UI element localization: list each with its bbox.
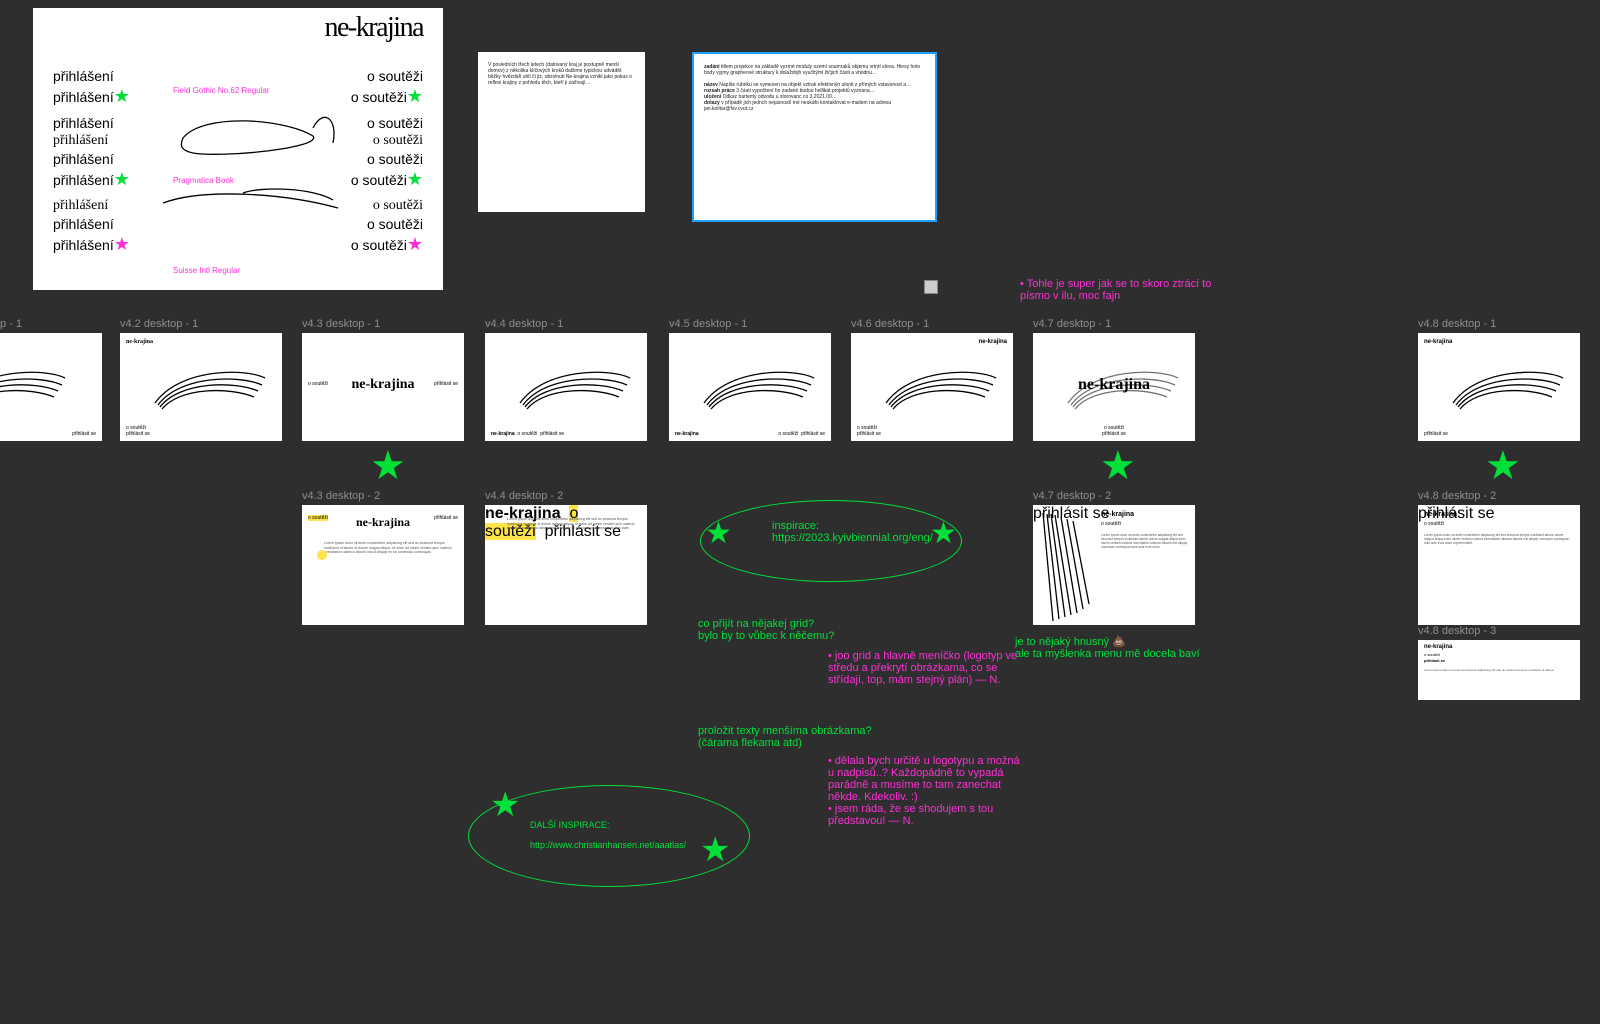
logo-text: ne-krajina	[325, 12, 424, 44]
frame-v45[interactable]: ne-krajina o soutěži přihlásit se	[669, 333, 831, 441]
star-icon: ★	[370, 443, 406, 489]
star-icon: ★	[1100, 443, 1136, 489]
star-icon: ★	[705, 516, 732, 551]
frame-label: v4.3 desktop - 2	[302, 490, 380, 502]
note-grid-q[interactable]: co přijít na nějakej grid? bylo by to vů…	[698, 618, 834, 642]
star-icon: ★	[490, 785, 520, 825]
font-tag-3: Suisse Intl Regular	[173, 266, 240, 275]
sketch-scribble	[163, 108, 343, 228]
frame-v43[interactable]: o soutěži ne-krajina přihlásit se	[302, 333, 464, 441]
frame-label: v4.4 desktop - 2	[485, 490, 563, 502]
note-jeto[interactable]: je to nějaký hnusný 💩 ale ta myšlenka me…	[1015, 635, 1245, 660]
sample-left: přihlášení	[53, 68, 114, 84]
frame-v47[interactable]: ne-krajina o soutěžipřihlásit se	[1033, 333, 1195, 441]
frame-v46[interactable]: ne-krajina o soutěžipřihlásit se	[851, 333, 1013, 441]
text-panel-2[interactable]: zadání titlem projekce na základě vyzmé …	[692, 52, 937, 222]
font-sample-card: ne-krajina Field Gothic No.62 Regular Pr…	[33, 8, 443, 290]
frame-v43-2[interactable]: o soutěži ne-krajina přihlásit se Lorem …	[302, 505, 464, 625]
frame-label: v4.2 desktop - 1	[120, 318, 198, 330]
frame-v47-2[interactable]: ne-krajina o soutěži Lorem ipsum dolor s…	[1033, 505, 1195, 625]
frame-p1[interactable]: přihlásit se	[0, 333, 102, 441]
frame-label: p - 1	[0, 318, 22, 330]
sample-right: o soutěži	[367, 68, 423, 84]
comment-top[interactable]: • Tohle je super jak se to skoro ztrácí …	[1020, 278, 1220, 302]
frame-label: v4.3 desktop - 1	[302, 318, 380, 330]
text-panel-1[interactable]: V posledních třech letech (datovaný kraj…	[478, 52, 645, 212]
frame-v44-2[interactable]: Lorem ipsum dolor sit amet consectetur a…	[485, 505, 647, 625]
font-tag-1: Field Gothic No.62 Regular	[173, 86, 270, 95]
frame-v48[interactable]: ne-krajina přihlásit se	[1418, 333, 1580, 441]
note-dals[interactable]: DALŠÍ INSPIRACE:http://www.christianhans…	[530, 820, 686, 850]
frame-v44[interactable]: ne-krajina o soutěži přihlásit se	[485, 333, 647, 441]
frame-label: v4.7 desktop - 2	[1033, 490, 1111, 502]
star-icon: ★	[930, 516, 957, 551]
frame-label: v4.5 desktop - 1	[669, 318, 747, 330]
frame-v48-2[interactable]: ne-krajina o soutěži Lorem ipsum dolor s…	[1418, 505, 1580, 625]
frame-label: v4.6 desktop - 1	[851, 318, 929, 330]
star-icon: ★	[700, 830, 730, 870]
frame-label: v4.4 desktop - 1	[485, 318, 563, 330]
checkbox-icon[interactable]	[924, 280, 938, 294]
note-grid-a[interactable]: • joo grid a hlavně meníčko (logotyp ve …	[828, 650, 1018, 686]
star-icon: ★	[1485, 443, 1521, 489]
frame-label: v4.8 desktop - 2	[1418, 490, 1496, 502]
note-inspiration[interactable]: inspirace:https://2023.kyivbiennial.org/…	[772, 520, 933, 544]
frame-label: v4.7 desktop - 1	[1033, 318, 1111, 330]
note-imgs-a[interactable]: • dělala bych určitě u logotypu a možná …	[828, 755, 1028, 827]
frame-v42[interactable]: ne-krajina o soutěžipřihlásit se	[120, 333, 282, 441]
frame-label: v4.8 desktop - 3	[1418, 625, 1496, 637]
note-imgs-q[interactable]: proložit texty menšíma obrázkama? (čáram…	[698, 725, 872, 749]
frame-label: v4.8 desktop - 1	[1418, 318, 1496, 330]
frame-v48-3[interactable]: ne-krajina o soutěži přihlásit se Lorem …	[1418, 640, 1580, 700]
